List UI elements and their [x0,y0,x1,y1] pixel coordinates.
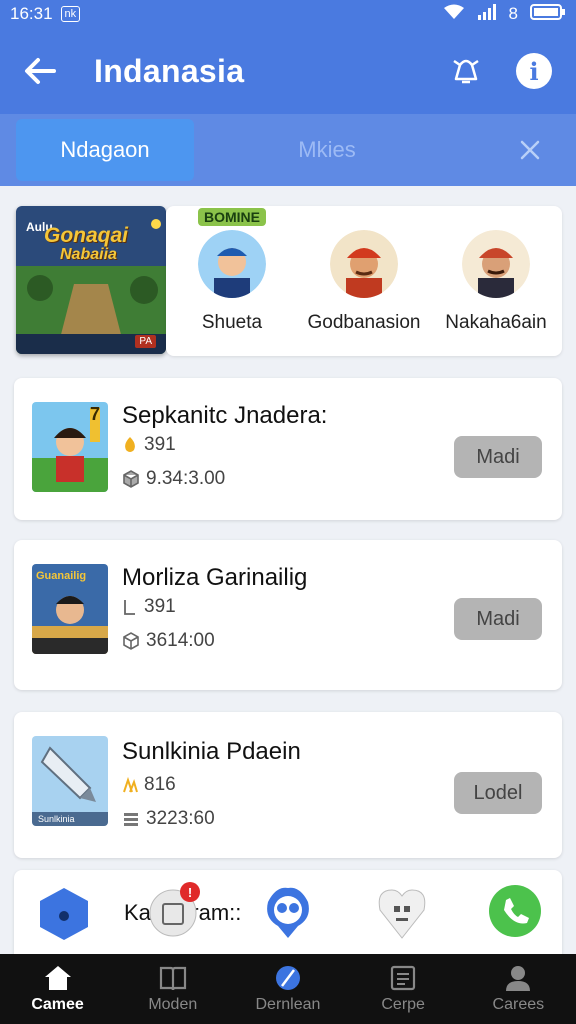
coin-count: 816 [144,774,176,795]
tab-mkies[interactable]: Mkies [194,119,500,181]
nav-item-camee[interactable]: Camee [8,964,108,1014]
person-name: Shueta [201,312,263,333]
game-title: Sunlkinia Pdaein [122,738,301,765]
compass-icon [275,966,300,990]
coin-icon [124,600,135,615]
featured-game-banner[interactable]: Aulu Gonaqai Nabaiia PA [16,206,166,354]
person-badge: BOMINE [198,208,266,226]
page-title: Indanasia [94,52,245,89]
wifi-icon [443,4,465,25]
coin-icon [123,776,138,793]
back-button[interactable] [20,51,60,91]
avatar [198,230,266,298]
stat-value: 3223:60 [146,808,215,829]
book-icon [159,966,186,991]
tab-ndagaon[interactable]: Ndagaon [16,119,194,181]
nav-label: Dernlean [255,996,321,1013]
bell-button[interactable] [444,49,488,93]
person-item[interactable]: Nakaha6ain [431,230,561,356]
stack-icon [124,813,138,826]
hexagon-app-icon[interactable] [38,886,90,942]
game-stat: 3614:00 [122,630,215,652]
nav-label: Camee [31,996,84,1013]
coin-count: 391 [144,596,176,617]
banner-title-line2: Nabaiia [60,246,117,263]
game-thumbnail: Guanailig [32,564,108,654]
nav-label: Moden [148,996,198,1013]
game-card[interactable]: 7 Sepkanitc Jnadera: 391 9.34:3.00 Madi [14,378,562,520]
close-icon [520,140,540,160]
nav-item-dernlean[interactable]: Dernlean [238,964,338,1014]
thumb-label: Guanailig [36,570,87,582]
status-bar: 16:31 nk 8 [0,0,576,28]
nav-item-cerpe[interactable]: Cerpe [353,964,453,1014]
avatar [462,230,530,298]
notification-badge: ! [180,882,200,902]
status-time: 16:31 [10,4,53,23]
person-item[interactable]: BOMINE Shueta [167,208,297,356]
phone-app-icon[interactable] [488,884,542,938]
game-coins: 391 [122,596,176,618]
banner-title-line1: Gonaqai [44,224,129,247]
close-tab-button[interactable] [500,119,560,181]
app-bar: Indanasia i [0,28,576,114]
bottom-nav: Camee Moden Dernlean Cerpe Carees [0,954,576,1024]
game-action-button[interactable]: Madi [454,436,542,478]
notification-app-icon[interactable]: ! [148,882,200,938]
tab-bar: Ndagaon Mkies [0,114,576,186]
info-button[interactable]: i [512,49,556,93]
network-indicator: 8 [508,4,518,23]
game-card[interactable]: Sunlkinia Sunlkinia Pdaein 816 3223:60 L… [14,712,562,858]
featured-row: Aulu Gonaqai Nabaiia PA BOMINE Shueta Go… [14,206,562,356]
nav-label: Carees [492,996,545,1013]
bell-icon [453,59,479,84]
box-icon [123,632,139,650]
box-icon [123,470,139,488]
banner-corner-right: PA [135,335,156,348]
heart-app-icon[interactable] [376,884,428,940]
person-item[interactable]: Godbanasion [299,230,429,356]
nav-item-carees[interactable]: Carees [468,964,568,1014]
nav-item-moden[interactable]: Moden [123,964,223,1014]
coin-count: 391 [144,434,176,455]
battery-icon [530,3,566,25]
person-name: Godbanasion [307,312,421,333]
person-name: Nakaha6ain [445,312,547,333]
folder-icon [391,965,416,991]
game-action-button[interactable]: Lodel [454,772,542,814]
notification-badge: nk [60,6,81,22]
game-coins: 816 [122,774,176,796]
game-stat: 3223:60 [122,808,215,830]
arrow-left-icon [25,58,56,84]
avatar [330,230,398,298]
game-card[interactable]: Guanailig Morliza Garinailig 391 3614:00… [14,540,562,690]
person-icon [506,966,531,991]
stat-value: 3614:00 [146,630,215,651]
thumb-label: Sunlkinia [38,814,75,824]
info-icon: i [516,53,552,89]
game-thumbnail: 7 [32,402,108,492]
game-title: Sepkanitc Jnadera: [122,402,328,429]
featured-people-card: BOMINE Shueta Godbanasion Nakaha6ain [166,206,562,356]
signal-icon [477,3,497,25]
nav-label: Cerpe [381,996,425,1013]
bubbles-app-icon[interactable] [262,884,314,940]
game-action-button[interactable]: Madi [454,598,542,640]
home-icon [44,966,71,990]
game-stat: 9.34:3.00 [122,468,225,490]
stat-value: 9.34:3.00 [146,468,226,489]
thumb-label: 7 [89,404,100,424]
game-coins: 391 [122,434,176,456]
coin-icon [125,437,135,452]
game-title: Morliza Garinailig [122,564,308,591]
game-thumbnail: Sunlkinia [32,736,108,826]
